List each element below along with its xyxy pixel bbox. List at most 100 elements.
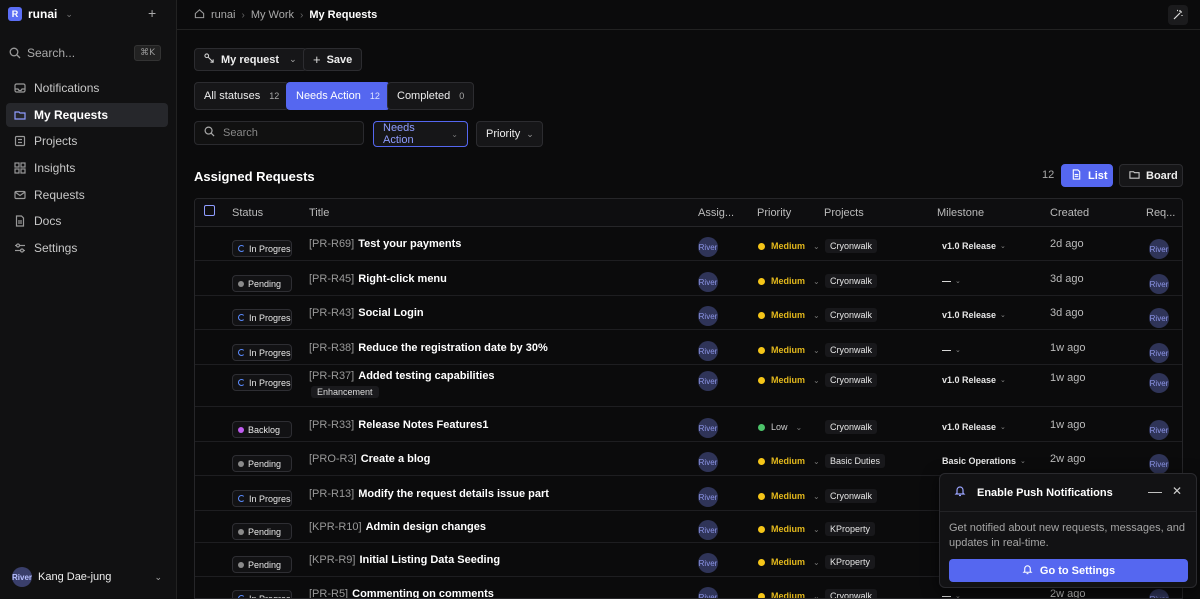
tab-all-statuses[interactable]: All statuses 12 [194, 82, 290, 110]
table-row[interactable]: Pending [PRO-R3] Create a blog River Medium ⌄… [195, 442, 1182, 476]
close-icon[interactable]: ✕ [1172, 484, 1182, 498]
project-chip[interactable]: KProperty [825, 522, 876, 536]
project-chip[interactable]: Cryonwalk [825, 373, 878, 387]
status-badge[interactable]: In Progress [232, 240, 292, 257]
priority-filter-dropdown[interactable]: Priority ⌄ [476, 121, 543, 147]
project-chip[interactable]: Cryonwalk [825, 274, 878, 288]
sidebar-item-requests[interactable]: Requests [6, 183, 168, 207]
status-badge[interactable]: In Progress [232, 309, 292, 326]
assignee-avatar[interactable]: River [698, 452, 718, 472]
column-title[interactable]: Title [309, 207, 329, 219]
sidebar-item-insights[interactable]: Insights [6, 156, 168, 180]
request-title[interactable]: [PR-R13] Modify the request details issue… [309, 488, 549, 500]
status-badge[interactable]: In Progress [232, 490, 292, 507]
milestone-dropdown[interactable]: — ⌄ [937, 343, 966, 357]
plus-icon[interactable]: + [148, 5, 156, 21]
project-chip[interactable]: Cryonwalk [825, 589, 878, 598]
tab-needs-action[interactable]: Needs Action 12 [286, 82, 390, 110]
assignee-avatar[interactable]: River [698, 371, 718, 391]
column-created[interactable]: Created [1050, 207, 1089, 219]
sidebar-item-projects[interactable]: Projects [6, 129, 168, 153]
column-projects[interactable]: Projects [824, 207, 864, 219]
request-title[interactable]: [PR-R37] Added testing capabilities [309, 370, 495, 382]
requester-avatar[interactable]: River [1149, 589, 1169, 598]
sidebar-item-docs[interactable]: Docs [6, 209, 168, 233]
status-filter-dropdown[interactable]: Needs Action ⌄ [373, 121, 468, 147]
status-badge[interactable]: Pending [232, 455, 292, 472]
priority-dropdown[interactable]: Medium ⌄ [758, 276, 820, 286]
column-status[interactable]: Status [232, 207, 263, 219]
status-badge[interactable]: Pending [232, 556, 292, 573]
minimize-icon[interactable]: — [1148, 483, 1162, 499]
assignee-avatar[interactable]: River [698, 341, 718, 361]
column-priority[interactable]: Priority [757, 207, 791, 219]
request-title[interactable]: [PR-R5] Commenting on comments [309, 588, 494, 598]
go-to-settings-button[interactable]: Go to Settings [949, 559, 1188, 582]
status-badge[interactable]: In Progress [232, 344, 292, 361]
requester-avatar[interactable]: River [1149, 308, 1169, 328]
project-chip[interactable]: Cryonwalk [825, 308, 878, 322]
requester-avatar[interactable]: River [1149, 373, 1169, 393]
milestone-dropdown[interactable]: v1.0 Release ⌄ [937, 420, 1011, 434]
assignee-avatar[interactable]: River [698, 237, 718, 257]
priority-dropdown[interactable]: Medium ⌄ [758, 375, 820, 385]
milestone-dropdown[interactable]: v1.0 Release ⌄ [937, 373, 1011, 387]
status-badge[interactable]: In Progress [232, 590, 292, 598]
sidebar-item-notifications[interactable]: Notifications [6, 76, 168, 100]
request-title[interactable]: [KPR-R9] Initial Listing Data Seeding [309, 554, 500, 566]
project-chip[interactable]: Cryonwalk [825, 420, 878, 434]
assignee-avatar[interactable]: River [698, 272, 718, 292]
priority-dropdown[interactable]: Medium ⌄ [758, 345, 820, 355]
milestone-dropdown[interactable]: — ⌄ [937, 274, 966, 288]
table-row[interactable]: In Progress [PR-R38] Reduce the registrati… [195, 330, 1182, 365]
table-row[interactable]: In Progress [PR-R43] Social Login River Medi… [195, 296, 1182, 330]
requester-avatar[interactable]: River [1149, 274, 1169, 294]
requester-avatar[interactable]: River [1149, 239, 1169, 259]
requester-avatar[interactable]: River [1149, 343, 1169, 363]
theme-toggle-icon[interactable] [1168, 5, 1188, 25]
assignee-avatar[interactable]: River [698, 418, 718, 438]
requester-avatar[interactable]: River [1149, 454, 1169, 474]
project-chip[interactable]: Cryonwalk [825, 343, 878, 357]
breadcrumb-parent[interactable]: My Work [251, 9, 294, 21]
priority-dropdown[interactable]: Low ⌄ [758, 422, 802, 432]
status-badge[interactable]: Backlog [232, 421, 292, 438]
status-badge[interactable]: Pending [232, 275, 292, 292]
assignee-avatar[interactable]: River [698, 587, 718, 598]
milestone-dropdown[interactable]: Basic Operations ⌄ [937, 454, 1031, 468]
assignee-avatar[interactable]: River [698, 520, 718, 540]
request-title[interactable]: [PR-R43] Social Login [309, 307, 424, 319]
assignee-avatar[interactable]: River [698, 553, 718, 573]
project-chip[interactable]: Cryonwalk [825, 239, 878, 253]
priority-dropdown[interactable]: Medium ⌄ [758, 557, 820, 567]
column-milestone[interactable]: Milestone [937, 207, 984, 219]
priority-dropdown[interactable]: Medium ⌄ [758, 456, 820, 466]
assignee-avatar[interactable]: River [698, 306, 718, 326]
project-chip[interactable]: Cryonwalk [825, 489, 878, 503]
request-title[interactable]: [PR-R69] Test your payments [309, 238, 461, 250]
milestone-dropdown[interactable]: v1.0 Release ⌄ [937, 308, 1011, 322]
priority-dropdown[interactable]: Medium ⌄ [758, 491, 820, 501]
breadcrumb-root[interactable]: runai [211, 9, 235, 21]
select-all-checkbox[interactable] [204, 205, 215, 216]
priority-dropdown[interactable]: Medium ⌄ [758, 241, 820, 251]
priority-dropdown[interactable]: Medium ⌄ [758, 310, 820, 320]
priority-dropdown[interactable]: Medium ⌄ [758, 591, 820, 598]
user-menu[interactable]: River Kang Dae-jung ⌄ [12, 567, 162, 587]
sidebar-search[interactable]: Search... ⌘K [8, 44, 161, 62]
request-title[interactable]: [PR-R38] Reduce the registration date by … [309, 342, 548, 354]
status-badge[interactable]: In Progress [232, 374, 292, 391]
status-badge[interactable]: Pending [232, 523, 292, 540]
search-input[interactable]: Search [194, 121, 364, 145]
request-title[interactable]: [PR-R33] Release Notes Features1 [309, 419, 488, 431]
save-button[interactable]: + Save [303, 48, 363, 71]
request-title[interactable]: [PRO-R3] Create a blog [309, 453, 430, 465]
priority-dropdown[interactable]: Medium ⌄ [758, 524, 820, 534]
list-view-button[interactable]: List [1061, 164, 1113, 187]
workspace-switcher[interactable]: R runai ⌄ [8, 6, 73, 22]
milestone-dropdown[interactable]: — ⌄ [937, 589, 966, 598]
table-row[interactable]: In Progress [PR-R69] Test your payments Riv… [195, 227, 1182, 261]
tab-completed[interactable]: Completed 0 [387, 82, 475, 110]
assignee-avatar[interactable]: River [698, 487, 718, 507]
project-chip[interactable]: Basic Duties [825, 454, 886, 468]
